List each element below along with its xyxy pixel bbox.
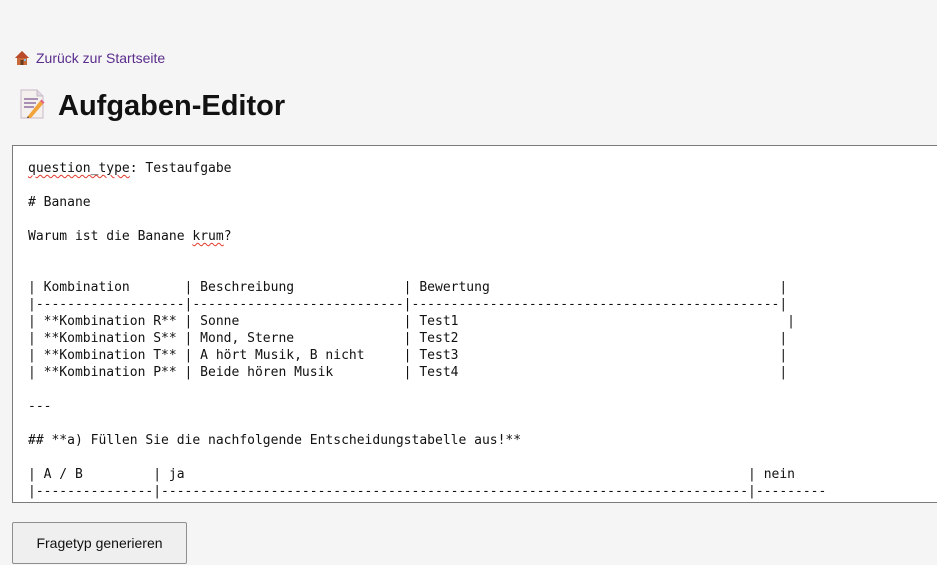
editor-line: | **Kombination R** | Sonne | Test1 | bbox=[28, 313, 826, 330]
editor-text-run: # Banane bbox=[28, 195, 91, 210]
editor-line: | Kombination | Beschreibung | Bewertung… bbox=[28, 279, 826, 296]
home-icon bbox=[14, 50, 30, 66]
editor-text-run: ## **a) Füllen Sie die nachfolgende Ents… bbox=[28, 433, 522, 448]
editor-line: Warum ist die Banane krum? bbox=[28, 228, 826, 245]
memo-icon bbox=[18, 89, 46, 124]
editor-text-run: |-------------------|-------------------… bbox=[28, 297, 788, 312]
back-link-label: Zurück zur Startseite bbox=[36, 50, 166, 66]
misspelled-word: question_type bbox=[28, 161, 130, 176]
editor-text-run: |---------------|-----------------------… bbox=[28, 484, 827, 499]
generate-question-type-button[interactable]: Fragetyp generieren bbox=[12, 522, 187, 564]
editor-line: |---------------|-----------------------… bbox=[28, 483, 826, 500]
editor-line: | **Kombination T** | A hört Musik, B ni… bbox=[28, 347, 826, 364]
editor-text-run: --- bbox=[28, 399, 52, 414]
editor-text-run: ? bbox=[223, 229, 232, 244]
editor-text-run: : Testaufgabe bbox=[129, 161, 232, 176]
editor-text-run: Warum ist die Banane bbox=[28, 229, 193, 244]
editor-text-run: | **1** | **2** | **3** | **4** | **5** … bbox=[28, 501, 795, 502]
editor-text-run: | **Kombination R** | Sonne | Test1 | bbox=[28, 314, 796, 329]
editor-line: | **Kombination S** | Mond, Sterne | Tes… bbox=[28, 330, 826, 347]
editor-text-run: | **Kombination T** | A hört Musik, B ni… bbox=[28, 348, 788, 363]
editor-line: |-------------------|-------------------… bbox=[28, 296, 826, 313]
page-title: Aufgaben-Editor bbox=[58, 90, 286, 122]
editor-text-run: | A / B | ja | nein bbox=[28, 467, 796, 482]
editor-text-run: | **Kombination S** | Mond, Sterne | Tes… bbox=[28, 331, 788, 346]
editor-text-run: | **Kombination P** | Beide hören Musik … bbox=[28, 365, 788, 380]
task-editor-textarea[interactable]: question_type: Testaufgabe # Banane Warum … bbox=[12, 145, 937, 503]
back-to-home-link[interactable]: Zurück zur Startseite bbox=[14, 50, 165, 66]
editor-line: --- bbox=[28, 398, 826, 415]
editor-content: question_type: Testaufgabe # Banane Warum … bbox=[28, 160, 826, 502]
editor-line: | A / B | ja | nein bbox=[28, 466, 826, 483]
editor-line: question_type: Testaufgabe bbox=[28, 160, 826, 177]
editor-line: | **Kombination P** | Beide hören Musik … bbox=[28, 364, 826, 381]
editor-line: # Banane bbox=[28, 194, 826, 211]
page-header: Aufgaben-Editor bbox=[18, 89, 285, 124]
editor-line: | **1** | **2** | **3** | **4** | **5** … bbox=[28, 500, 826, 502]
misspelled-word: krum bbox=[192, 229, 224, 244]
editor-text-run: | Kombination | Beschreibung | Bewertung… bbox=[28, 280, 788, 295]
editor-line: ## **a) Füllen Sie die nachfolgende Ents… bbox=[28, 432, 826, 449]
